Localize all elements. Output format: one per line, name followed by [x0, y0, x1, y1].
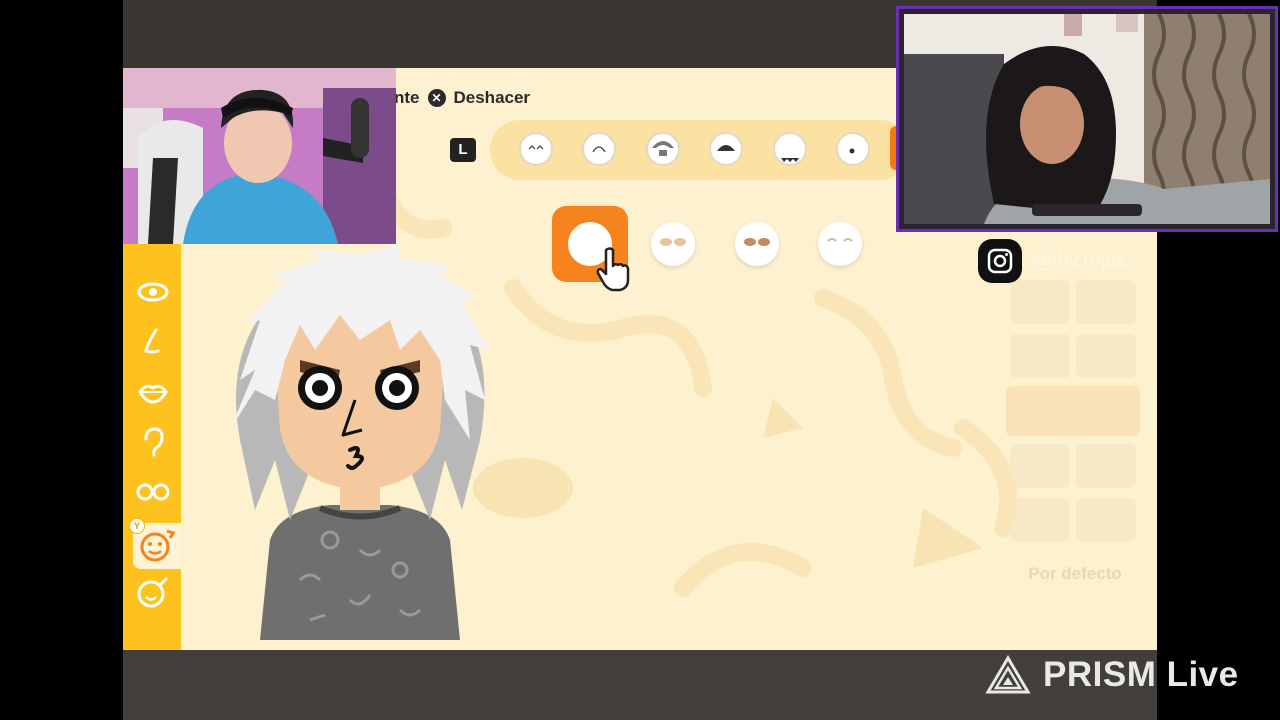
option-blush-dark[interactable]: [735, 222, 779, 266]
ghost-option: [1076, 444, 1136, 488]
prism-logo-icon: [985, 655, 1031, 694]
face-tab-2[interactable]: [582, 132, 616, 166]
y-button-badge: Y: [129, 518, 145, 534]
ghost-option: [1076, 334, 1136, 378]
prism-live-watermark: PRISM Live: [985, 652, 1239, 698]
ghost-option-selected: [1006, 386, 1140, 436]
ghost-option: [1010, 498, 1070, 542]
partial-label: nte: [394, 88, 420, 107]
ghost-option: [1010, 280, 1070, 324]
streamer-webcam-right: [904, 14, 1270, 224]
default-button[interactable]: Por defecto: [1010, 564, 1140, 588]
l-shoulder-button[interactable]: L: [450, 138, 476, 162]
face-tab-3[interactable]: [646, 132, 680, 166]
webcam-feed: [123, 68, 396, 244]
face-tab-6[interactable]: [836, 132, 870, 166]
instagram-handle: @thv.rojas: [978, 239, 1127, 283]
undo-area[interactable]: nte ✕ Deshacer: [394, 86, 530, 110]
face-tab-1[interactable]: [519, 132, 553, 166]
eye-icon[interactable]: [133, 272, 173, 312]
blush-dark-icon: [744, 238, 770, 246]
mouth-icon[interactable]: [133, 372, 173, 412]
prism-live-text: PRISM Live: [1043, 655, 1239, 694]
option-blush-brown[interactable]: [651, 222, 695, 266]
ghost-option: [1010, 444, 1070, 488]
face-shape-6-icon: [849, 148, 855, 154]
mii-character: [230, 245, 490, 640]
face-shape-1-icon: [528, 144, 544, 150]
x-button-icon: ✕: [427, 89, 446, 107]
face-shape-2-icon: [592, 146, 606, 153]
option-plain-face-selected[interactable]: [552, 206, 630, 292]
face-tab-5[interactable]: [773, 132, 807, 166]
face-shape-5-icon: [781, 158, 799, 162]
face-tab-4[interactable]: [709, 132, 743, 166]
parts-sidebar: [123, 244, 181, 650]
ear-icon[interactable]: [133, 422, 173, 462]
glasses-icon[interactable]: [133, 472, 173, 512]
ghost-option: [1076, 280, 1136, 324]
ghost-option: [1010, 334, 1070, 378]
webcam-feed: [904, 14, 1270, 224]
option-eyes-closed[interactable]: [818, 222, 862, 266]
instagram-handle-text: @thv.rojas: [1032, 249, 1127, 272]
ghost-option: [1076, 498, 1136, 542]
streamer-webcam-left: [123, 68, 396, 244]
face-shape-3-icon: [652, 141, 674, 156]
eyes-closed-icon: [827, 238, 853, 242]
face-shape-4-icon: [717, 145, 735, 151]
undo-label: Deshacer: [453, 88, 531, 107]
blush-brown-icon: [660, 238, 686, 246]
instagram-icon: [978, 239, 1022, 283]
nose-icon[interactable]: [133, 322, 173, 362]
hand-cursor-icon: [596, 247, 630, 292]
makeup-icon[interactable]: [133, 572, 173, 612]
